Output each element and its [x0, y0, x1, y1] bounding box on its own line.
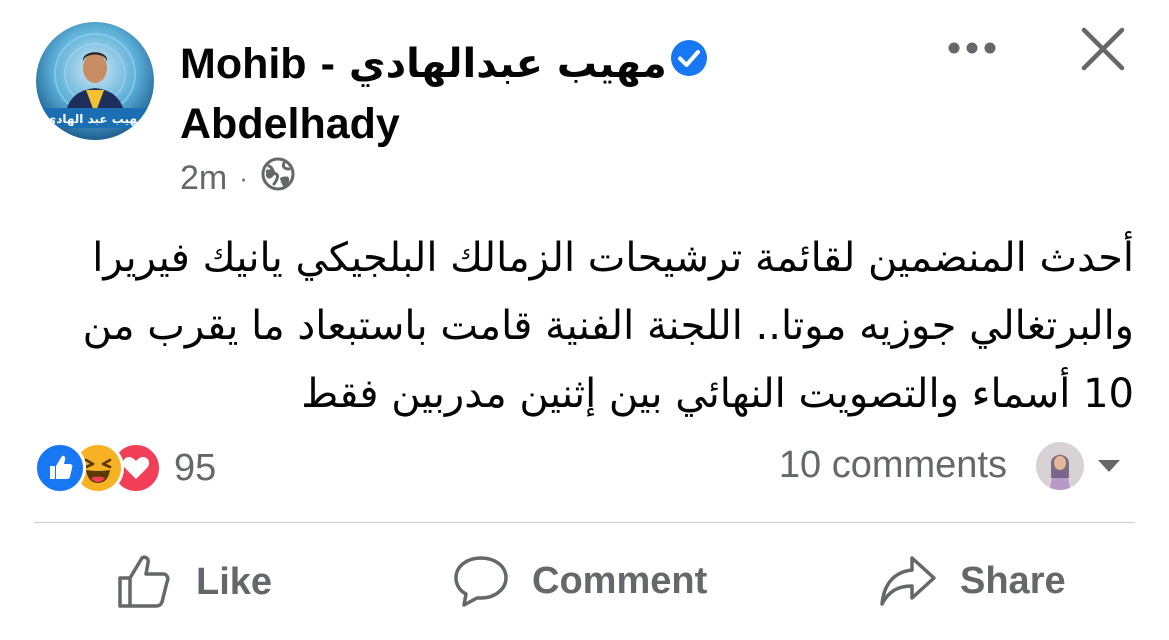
like-icon [118, 555, 170, 608]
author-avatar-image: مهيب عبد الهادي [36, 22, 154, 140]
viewer-avatar[interactable] [1036, 442, 1084, 490]
more-options-icon[interactable] [946, 38, 998, 58]
comment-label: Comment [532, 559, 708, 602]
verified-badge-icon [669, 34, 709, 94]
post-time[interactable]: 2m [180, 159, 227, 198]
like-button[interactable]: Like [114, 552, 272, 612]
author-name-en-first[interactable]: Mohib [180, 34, 307, 94]
post-author[interactable]: Mohib - مهيب عبدالهادي Abdelhady [180, 34, 740, 154]
share-icon [880, 556, 936, 606]
post-body: أحدث المنضمين لقائمة ترشيحات الزمالك الب… [82, 235, 1134, 417]
globe-icon[interactable] [260, 156, 296, 201]
reactions-summary[interactable]: 95 [34, 442, 216, 494]
like-label: Like [196, 560, 273, 603]
meta-separator: · [239, 163, 248, 193]
reaction-count[interactable]: 95 [174, 447, 216, 490]
author-avatar[interactable]: مهيب عبد الهادي [36, 22, 154, 140]
author-name-separator: - [320, 40, 335, 88]
avatar-banner-text: مهيب عبد الهادي [45, 112, 145, 126]
comment-button[interactable]: Comment [452, 552, 707, 610]
close-icon[interactable] [1080, 26, 1126, 72]
comment-icon [454, 556, 508, 607]
post-meta: 2m · [180, 156, 296, 201]
like-reaction-icon [34, 442, 86, 494]
comments-count[interactable]: 10 comments [779, 444, 1007, 487]
share-button[interactable]: Share [878, 552, 1066, 610]
author-name-ar[interactable]: مهيب عبدالهادي [349, 34, 667, 94]
author-name-line-1[interactable]: Mohib - مهيب عبدالهادي [180, 34, 740, 94]
author-name-line-2[interactable]: Abdelhady [180, 94, 740, 154]
divider [34, 522, 1135, 523]
caret-down-icon[interactable] [1096, 458, 1122, 479]
share-label: Share [960, 559, 1066, 602]
